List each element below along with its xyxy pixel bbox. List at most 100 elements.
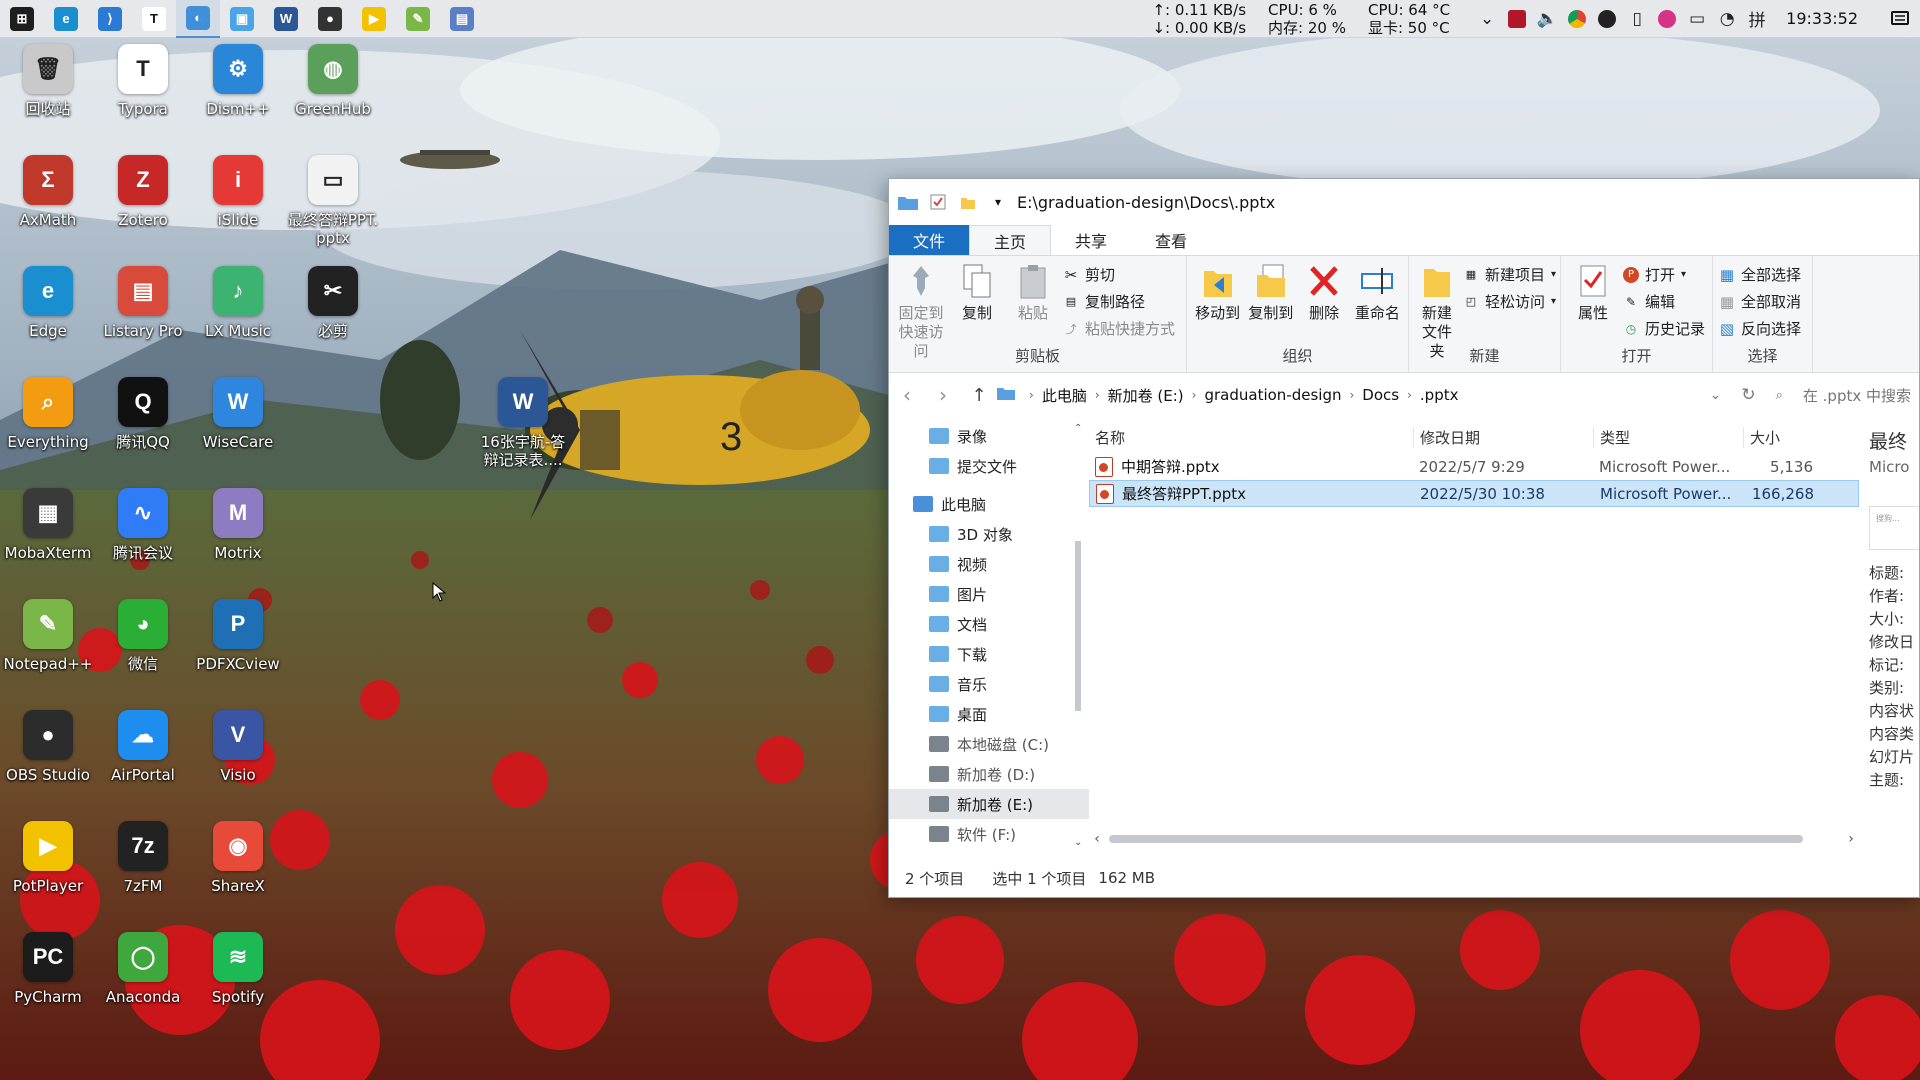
breadcrumb-separator-icon[interactable]: › (1192, 388, 1197, 402)
desktop-icon-23[interactable]: ☁ AirPortal (95, 710, 191, 784)
taskbar-typora-button[interactable]: T (132, 0, 176, 38)
nav-item[interactable]: 3D 对象 (889, 519, 1089, 549)
copy-button[interactable]: 复制 (951, 262, 1003, 323)
app-tray-icon[interactable] (1502, 0, 1532, 38)
scroll-left-icon[interactable]: ‹ (1089, 831, 1105, 847)
desktop-icon-26[interactable]: 7z 7zFM (95, 821, 191, 895)
desktop-icon-17[interactable]: ∿ 腾讯会议 (95, 488, 191, 562)
desktop-icon-30[interactable]: ≋ Spotify (190, 932, 286, 1006)
volume-icon[interactable]: 🔈 (1532, 0, 1562, 38)
copy-to-button[interactable]: 复制到 (1246, 262, 1295, 323)
quick-access-dropdown-icon[interactable]: ▾ (987, 191, 1009, 213)
desktop-icon-6[interactable]: i iSlide (190, 155, 286, 229)
breadcrumb-separator-icon[interactable]: › (1407, 388, 1412, 402)
nav-item[interactable]: 新加卷 (E:) (889, 789, 1089, 819)
nav-scrollbar[interactable]: ⌃ ⌄ (1071, 421, 1085, 849)
desktop-icon-24[interactable]: V Visio (190, 710, 286, 784)
phone-icon[interactable]: ▯ (1622, 0, 1652, 38)
taskbar-windows-start-button[interactable]: ⊞ (0, 0, 44, 38)
open-button[interactable]: P 打开 ▾ (1623, 264, 1705, 285)
move-to-button[interactable]: 移动到 (1193, 262, 1242, 323)
search-input[interactable]: 在 .pptx 中搜索 (1803, 385, 1911, 406)
edit-button[interactable]: ✎ 编辑 (1623, 291, 1705, 312)
back-icon[interactable]: ‹ (889, 373, 925, 417)
chrome-tray-icon[interactable] (1562, 0, 1592, 38)
desktop-icon-29[interactable]: ◯ Anaconda (95, 932, 191, 1006)
desktop-icon-20[interactable]: ◕ 微信 (95, 599, 191, 673)
desktop-icon-25[interactable]: ▶ PotPlayer (0, 821, 96, 895)
up-icon[interactable]: ↑ (961, 373, 997, 417)
taskbar-notepad-plus-button[interactable]: ✎ (396, 0, 440, 38)
breadcrumb-item[interactable]: .pptx (1420, 386, 1459, 404)
desktop-icon-19[interactable]: ✎ Notepad++ (0, 599, 96, 673)
search-icon[interactable]: ⌕ (1776, 388, 1783, 403)
desktop-icon-8[interactable]: e Edge (0, 266, 96, 340)
history-dropdown-icon[interactable]: ⌄ (1710, 387, 1722, 403)
taskbar-listary-button[interactable]: ▤ (440, 0, 484, 38)
nav-item[interactable]: 软件 (F:) (889, 819, 1089, 849)
easy-access-button[interactable]: ◰ 轻松访问 ▾ (1463, 291, 1556, 312)
qq-tray-icon[interactable] (1652, 0, 1682, 38)
new-folder-quick-icon[interactable] (957, 191, 979, 213)
aperture-icon[interactable] (1592, 0, 1622, 38)
taskbar-vscode-button[interactable]: ⟩ (88, 0, 132, 38)
breadcrumb-item[interactable]: 此电脑 (1042, 385, 1087, 406)
scroll-thumb[interactable] (1109, 835, 1803, 843)
ime-icon[interactable]: 拼 (1742, 0, 1772, 38)
taskbar-word-button[interactable]: W (264, 0, 308, 38)
rename-button[interactable]: 重命名 (1353, 262, 1402, 323)
desktop-icon-3[interactable]: ◍ GreenHub (285, 44, 381, 118)
nav-item[interactable]: 本地磁盘 (C:) (889, 729, 1089, 759)
delete-button[interactable]: 删除 (1300, 262, 1349, 323)
file-row[interactable]: 中期答辩.pptx 2022/5/7 9:29 Microsoft Power...… (1089, 453, 1859, 480)
scroll-right-icon[interactable]: › (1843, 831, 1859, 847)
tab-file[interactable]: 文件 (889, 225, 970, 255)
tab-view[interactable]: 查看 (1131, 225, 1211, 255)
nav-item[interactable]: 图片 (889, 579, 1089, 609)
taskbar-file-explorer-button[interactable]: ◐ (176, 0, 220, 38)
nav-item[interactable]: 音乐 (889, 669, 1089, 699)
paste-shortcut-button[interactable]: ⤴ 粘贴快捷方式 (1063, 318, 1176, 339)
desktop-icon-10[interactable]: ♪ LX Music (190, 266, 286, 340)
desktop-icon-14[interactable]: W WiseCare (190, 377, 286, 451)
refresh-icon[interactable]: ↻ (1741, 385, 1755, 405)
desktop-icon-18[interactable]: M Motrix (190, 488, 286, 562)
select-all-button[interactable]: ▦ 全部选择 (1719, 264, 1801, 285)
column-type[interactable]: 类型 (1593, 426, 1743, 448)
horizontal-scrollbar[interactable]: ‹ › (1089, 829, 1859, 849)
desktop-icon-2[interactable]: ⚙ Dism++ (190, 44, 286, 118)
desktop-icon-7[interactable]: ▭ 最终答辩PPT.pptx (285, 155, 381, 247)
breadcrumb-separator-icon[interactable]: › (1095, 388, 1100, 402)
wifi-icon[interactable]: ◔ (1712, 0, 1742, 38)
clock[interactable]: 19:33:52 (1786, 9, 1858, 28)
notification-icon[interactable] (1880, 0, 1920, 38)
new-item-button[interactable]: ▦ 新建项目 ▾ (1463, 264, 1556, 285)
taskbar-sandbox-button[interactable]: ▣ (220, 0, 264, 38)
properties-button[interactable]: 属性 (1567, 262, 1619, 323)
copy-path-button[interactable]: ▤ 复制路径 (1063, 291, 1175, 312)
nav-item[interactable]: 录像 (889, 421, 1089, 451)
forward-icon[interactable]: › (925, 373, 961, 417)
desktop-icon-15[interactable]: W 16张宇航-答辩记录表.... (475, 377, 571, 469)
desktop-icon-21[interactable]: P PDFXCview (190, 599, 286, 673)
nav-item[interactable]: 桌面 (889, 699, 1089, 729)
nav-item[interactable]: 视频 (889, 549, 1089, 579)
desktop-icon-5[interactable]: Z Zotero (95, 155, 191, 229)
nav-item[interactable]: 下载 (889, 639, 1089, 669)
desktop-icon-12[interactable]: ⌕ Everything (0, 377, 96, 451)
breadcrumb-separator-icon[interactable]: › (1349, 388, 1354, 402)
desktop-icon-9[interactable]: ▤ Listary Pro (95, 266, 191, 340)
nav-item[interactable]: 提交文件 (889, 451, 1089, 481)
desktop-icon-22[interactable]: ● OBS Studio (0, 710, 96, 784)
chevron-up-icon[interactable]: ⌄ (1472, 0, 1502, 38)
file-row[interactable]: 最终答辩PPT.pptx 2022/5/30 10:38 Microsoft Pow… (1089, 480, 1859, 507)
taskbar-edge-button[interactable]: e (44, 0, 88, 38)
desktop-icon-11[interactable]: ✂ 必剪 (285, 266, 381, 340)
invert-selection-button[interactable]: ▧ 反向选择 (1719, 318, 1801, 339)
taskbar-potplayer-button[interactable]: ▶ (352, 0, 396, 38)
nav-item[interactable]: 新加卷 (D:) (889, 759, 1089, 789)
select-none-button[interactable]: ▦ 全部取消 (1719, 291, 1801, 312)
history-button[interactable]: ◷ 历史记录 (1623, 318, 1705, 339)
breadcrumb-item[interactable]: Docs (1362, 386, 1399, 404)
desktop-icon-16[interactable]: ▦ MobaXterm (0, 488, 96, 562)
